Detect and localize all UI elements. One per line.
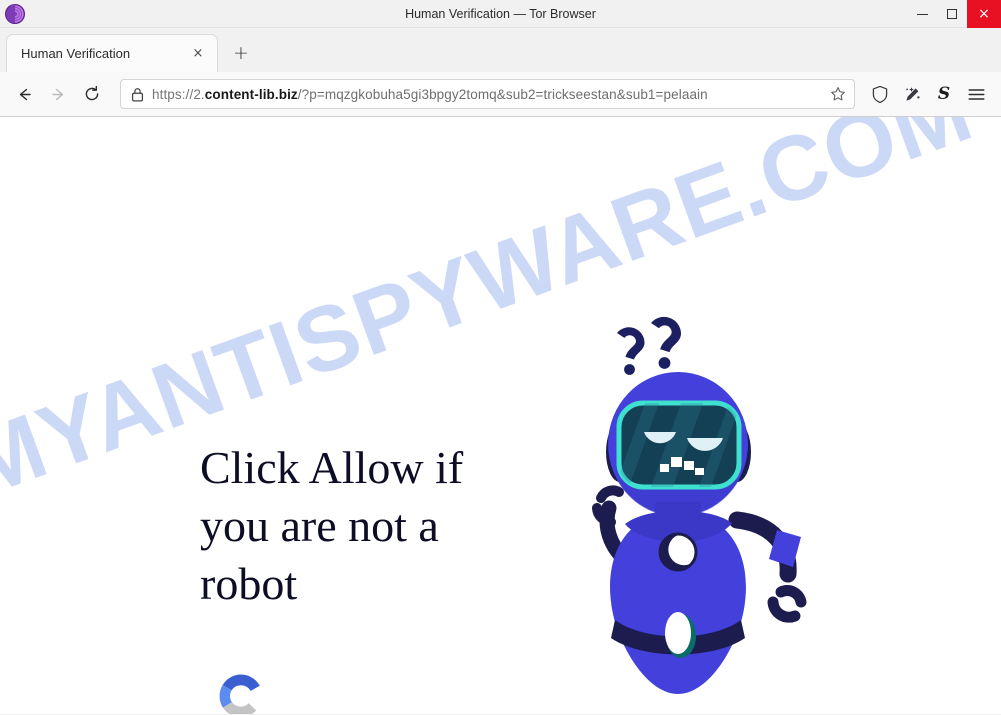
- tab-human-verification[interactable]: Human Verification ×: [6, 34, 218, 72]
- forward-button: [42, 78, 74, 110]
- window-titlebar: Human Verification — Tor Browser ×: [0, 0, 1001, 28]
- back-button[interactable]: [8, 78, 40, 110]
- site-watermark: MYANTISPYWARE.COM: [0, 117, 985, 517]
- new-identity-broom-icon: [905, 86, 920, 101]
- robot-belt-buckle: [665, 612, 691, 654]
- url-subdomain: 2.: [193, 86, 205, 102]
- new-identity-button[interactable]: [897, 79, 927, 109]
- maximize-button[interactable]: [937, 0, 967, 28]
- navigation-toolbar: https://2.content-lib.biz/?p=mqzgkobuha5…: [0, 72, 1001, 117]
- e-captcha-badge: E-CAPTCHA: [206, 669, 276, 714]
- tab-label: Human Verification: [21, 46, 131, 61]
- back-arrow-icon: [19, 88, 31, 100]
- reload-button[interactable]: [76, 78, 108, 110]
- noscript-button[interactable]: S: [929, 79, 959, 109]
- minimize-button[interactable]: [907, 0, 937, 28]
- reload-icon: [85, 85, 99, 101]
- shield-icon: [872, 85, 888, 103]
- tor-onion-logo: [4, 3, 26, 25]
- url-domain: content-lib.biz: [204, 86, 298, 102]
- url-scheme: https://: [152, 86, 194, 102]
- confused-robot-illustration: [505, 302, 835, 714]
- tab-bar: Human Verification × +: [0, 28, 1001, 72]
- new-tab-button[interactable]: +: [224, 36, 258, 70]
- window-title: Human Verification — Tor Browser: [405, 6, 596, 21]
- e-captcha-c-logo: [214, 669, 268, 714]
- page-viewport: MYANTISPYWARE.COM Click Allow if you are…: [0, 117, 1001, 714]
- bookmark-star-icon[interactable]: [830, 86, 846, 102]
- url-text[interactable]: https://2.content-lib.biz/?p=mqzgkobuha5…: [152, 87, 822, 102]
- page-headline: Click Allow if you are not a robot: [200, 442, 464, 609]
- robot-neck: [655, 502, 701, 516]
- window-controls: ×: [907, 0, 1001, 28]
- forward-arrow-icon: [51, 88, 63, 100]
- hamburger-menu-icon: [968, 88, 984, 100]
- app-menu-button[interactable]: [961, 79, 991, 109]
- url-path: /?p=mqzgkobuha5gi3bpgy2tomq&sub2=trickse…: [297, 86, 708, 102]
- question-marks-icon: [617, 316, 681, 375]
- tab-close-icon[interactable]: ×: [189, 45, 207, 63]
- address-bar[interactable]: https://2.content-lib.biz/?p=mqzgkobuha5…: [120, 79, 855, 109]
- padlock-icon: [131, 87, 144, 102]
- shield-button[interactable]: [865, 79, 895, 109]
- close-button[interactable]: ×: [967, 0, 1001, 28]
